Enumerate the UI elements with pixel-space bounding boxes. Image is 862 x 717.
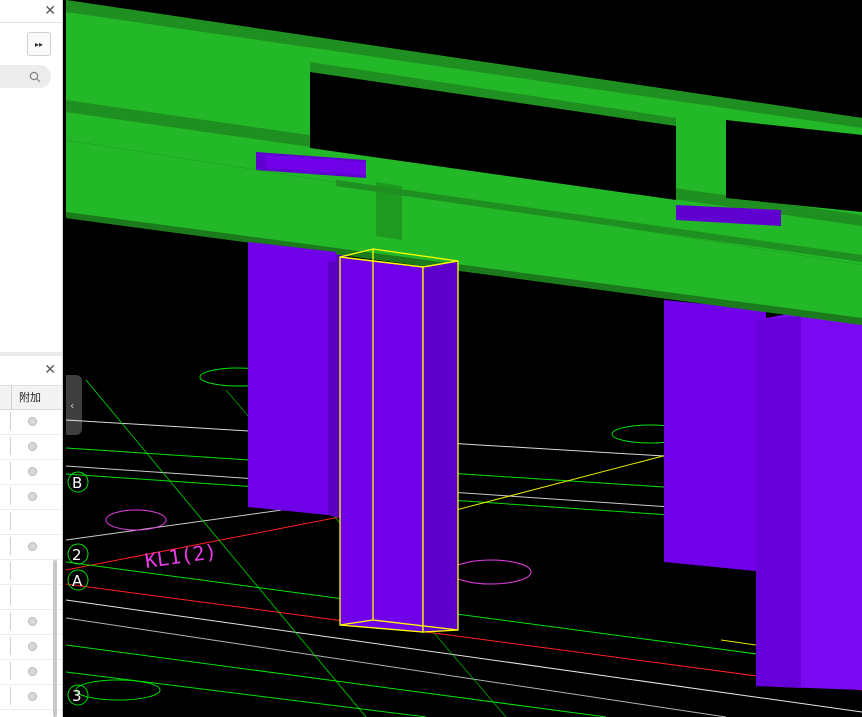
property-row[interactable] <box>0 410 62 435</box>
attach-radio[interactable] <box>28 692 37 701</box>
property-value-cell[interactable] <box>0 612 11 630</box>
property-value-cell[interactable] <box>0 562 11 580</box>
attach-radio[interactable] <box>28 667 37 676</box>
close-icon[interactable]: ✕ <box>44 4 56 18</box>
expand-button[interactable]: ▸▸ <box>27 32 51 56</box>
attach-radio[interactable] <box>28 492 37 501</box>
property-value-cell[interactable] <box>0 487 11 505</box>
selected-column <box>339 248 459 633</box>
beam-frame <box>66 0 862 325</box>
3d-viewport[interactable]: KL1(2) B 2 A 3 <box>66 0 862 717</box>
property-panel-header: ✕ <box>0 356 62 386</box>
property-value-cell[interactable] <box>0 437 11 455</box>
axis-label-3: 3 <box>72 687 82 705</box>
search-icon[interactable] <box>29 71 41 83</box>
attach-radio[interactable] <box>28 617 37 626</box>
axis-label-a: A <box>72 572 83 590</box>
close-icon[interactable]: ✕ <box>44 363 56 377</box>
column-header-label: 附加 <box>19 391 41 404</box>
property-value-cell[interactable] <box>0 687 11 705</box>
axis-label-2: 2 <box>72 546 82 564</box>
attach-radio[interactable] <box>28 467 37 476</box>
left-panel: ✕ ▸▸ ✕ 附加 <box>0 0 63 717</box>
panel-divider <box>0 22 62 23</box>
property-value-cell[interactable] <box>0 537 11 555</box>
property-column-header: 附加 <box>0 386 62 410</box>
property-row[interactable] <box>0 510 62 535</box>
property-value-cell[interactable] <box>0 637 11 655</box>
property-value-cell[interactable] <box>0 662 11 680</box>
attach-radio[interactable] <box>28 642 37 651</box>
property-value-cell[interactable] <box>0 587 11 605</box>
property-value-cell[interactable] <box>0 462 11 480</box>
grid-axis-labels: B 2 A 3 <box>67 471 89 706</box>
property-value-cell[interactable] <box>0 512 11 530</box>
property-value-cell[interactable] <box>0 412 11 430</box>
column-left <box>248 230 348 520</box>
attach-radio[interactable] <box>28 542 37 551</box>
attach-radio[interactable] <box>28 442 37 451</box>
scrollbar[interactable] <box>53 560 57 717</box>
attach-radio[interactable] <box>28 417 37 426</box>
column-separator <box>11 386 12 409</box>
beam-annotation: KL1(2) <box>143 539 218 573</box>
column-right <box>664 300 862 690</box>
property-row[interactable] <box>0 460 62 485</box>
property-row[interactable] <box>0 435 62 460</box>
property-row[interactable] <box>0 535 62 560</box>
search-input[interactable] <box>0 65 51 88</box>
axis-label-b: B <box>72 474 82 492</box>
property-row[interactable] <box>0 485 62 510</box>
